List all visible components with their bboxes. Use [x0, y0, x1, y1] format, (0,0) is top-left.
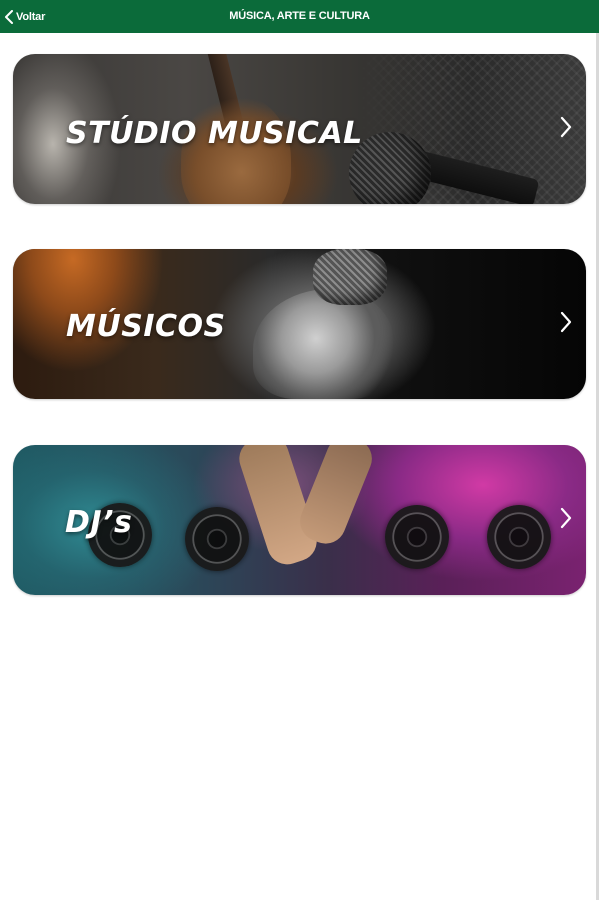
page-title: MÚSICA, ARTE E CULTURA	[229, 10, 370, 22]
turntable-decoration	[185, 507, 249, 571]
turntable-decoration	[385, 505, 449, 569]
card-label-studio: STÚDIO MUSICAL	[66, 116, 363, 151]
studio-musical-card[interactable]: STÚDIO MUSICAL	[13, 54, 586, 204]
chevron-right-icon	[560, 507, 572, 529]
turntable-decoration	[487, 505, 551, 569]
djs-card[interactable]: DJ’s	[13, 445, 586, 595]
musicos-card[interactable]: MÚSICOS	[13, 249, 586, 399]
microphone-decoration	[313, 249, 387, 305]
card-label-djs: DJ’s	[65, 505, 133, 540]
top-navigation-bar: Voltar MÚSICA, ARTE E CULTURA	[0, 0, 599, 33]
chevron-right-icon	[560, 311, 572, 333]
chevron-right-icon	[560, 116, 572, 138]
card-label-musicos: MÚSICOS	[66, 309, 226, 344]
